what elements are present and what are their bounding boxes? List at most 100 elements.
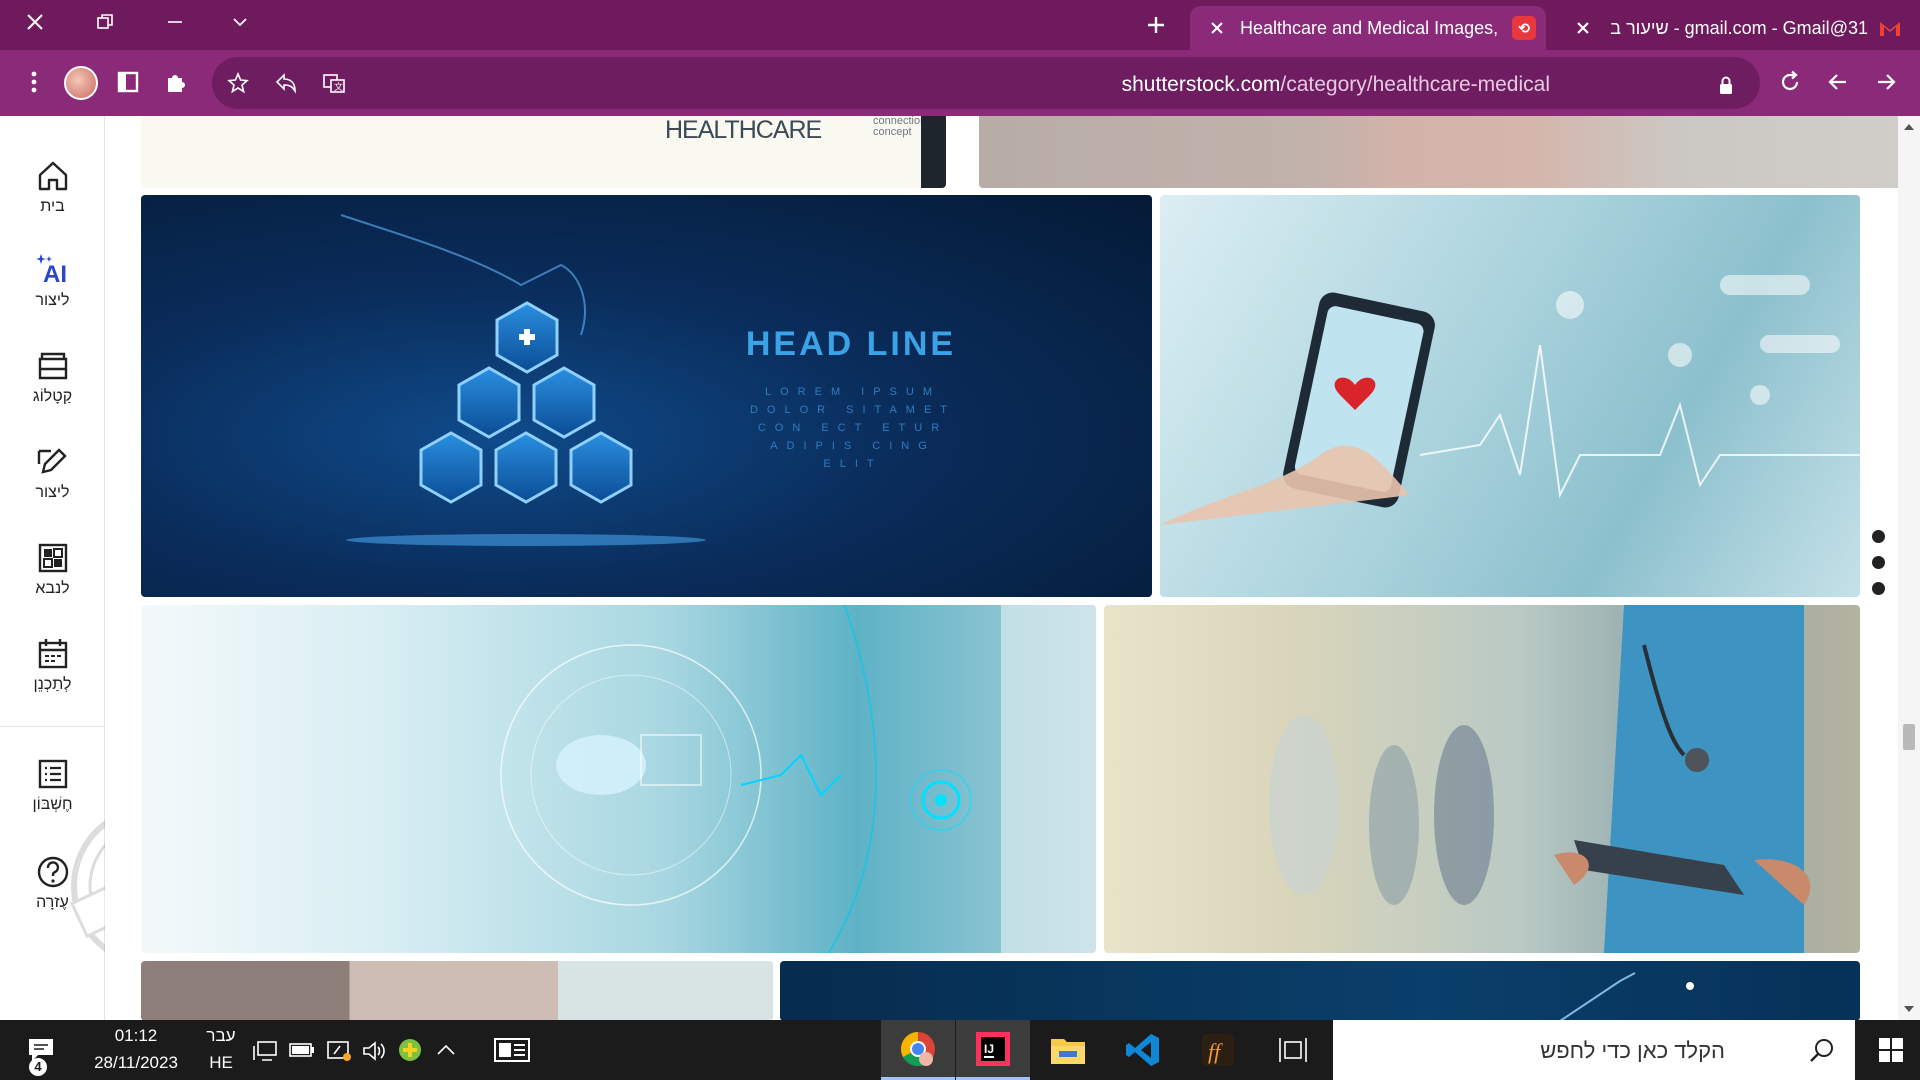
arrow-right-icon (1878, 74, 1896, 90)
share-button[interactable] (268, 65, 304, 101)
new-tab-button[interactable] (1134, 8, 1178, 42)
profile-avatar[interactable] (64, 66, 98, 100)
url-path: /category/healthcare-medical (1280, 73, 1550, 96)
news-widget-icon[interactable] (494, 1038, 530, 1062)
side-panel-button[interactable] (110, 64, 146, 100)
reload-icon (1781, 70, 1799, 91)
language-code[interactable]: HE (202, 1053, 240, 1073)
clock-date[interactable]: 28/11/2023 (86, 1053, 186, 1073)
taskbar-task-view[interactable] (1256, 1020, 1330, 1080)
notification-count-badge: 4 (29, 1058, 47, 1076)
forward-button[interactable] (1868, 64, 1904, 100)
tab-close-button[interactable] (1570, 21, 1596, 35)
windows-search-box[interactable]: הקלד כאן כדי לחפש (1333, 1020, 1855, 1080)
gmail-icon (1878, 16, 1902, 40)
intellij-icon: IJ (976, 1031, 1010, 1066)
image-caption: HEALTHCARE (665, 116, 822, 144)
image-tile-doctor-tablet[interactable] (1104, 605, 1860, 953)
rail-item-catalog[interactable]: קַטָלוֹג (0, 348, 105, 428)
rail-divider (0, 726, 105, 727)
network-icon[interactable] (252, 1040, 278, 1062)
chevron-down-icon (233, 18, 247, 27)
image-tile-medical-hexagon[interactable]: HEAD LINE LOREM IPSUM DOLOR SITAMET CON … (141, 195, 1152, 597)
tray-app-icon[interactable] (398, 1038, 422, 1062)
image-tile-palette[interactable] (141, 961, 773, 1020)
reload-button[interactable] (1772, 64, 1808, 100)
rail-label: ליצור (35, 292, 70, 309)
volume-icon[interactable] (362, 1040, 388, 1062)
page-options-button[interactable] (1872, 530, 1888, 608)
rail-item-edit[interactable]: ליצור (0, 444, 105, 524)
dot-icon (1872, 556, 1885, 569)
scroll-up-icon[interactable] (1903, 122, 1915, 132)
image-tile-healthcare-concept[interactable]: HEALTHCARE connection concept (141, 116, 946, 188)
url-host: shutterstock.com (1121, 73, 1281, 96)
minimize-window-button[interactable] (140, 0, 210, 44)
tab-title: Healthcare and Medical Images, (1240, 17, 1499, 38)
back-button[interactable] (1820, 64, 1856, 100)
battery-icon[interactable] (289, 1042, 315, 1058)
close-window-button[interactable] (0, 0, 70, 44)
dot-icon (1872, 582, 1885, 595)
address-bar[interactable]: 文 shutterstock.com/category/healthcare-m… (212, 57, 1760, 109)
tab-gmail[interactable]: 31@gmail.com - Gmail - שיעור ב (1556, 6, 1920, 50)
ai-create-icon: AI (35, 254, 67, 288)
page-scrollbar[interactable] (1898, 116, 1920, 1020)
taskbar-chrome[interactable] (881, 1020, 955, 1080)
predict-icon (38, 543, 67, 573)
translate-button[interactable]: 文 (316, 65, 352, 101)
rail-label: לְתַכְנֵן (33, 676, 72, 693)
language-top[interactable]: עבר (202, 1026, 240, 1046)
rail-item-home[interactable]: בית (0, 158, 105, 238)
star-icon (227, 72, 249, 94)
tab-search-button[interactable] (205, 0, 275, 44)
headline-line: ELIT (823, 458, 882, 470)
rail-item-plan[interactable]: לְתַכְנֵן (0, 636, 105, 716)
rail-label: לנבא (35, 580, 70, 597)
account-icon (38, 759, 67, 789)
url-text[interactable]: shutterstock.com/category/healthcare-med… (1122, 73, 1550, 97)
tab-title: 31@gmail.com - Gmail - שיעור ב (1610, 17, 1868, 38)
screen-share-icon[interactable] (326, 1038, 352, 1062)
close-icon (1577, 22, 1589, 34)
scroll-down-icon[interactable] (1903, 1004, 1915, 1014)
share-icon (275, 73, 296, 94)
image-tile-brain-hologram[interactable] (141, 605, 1096, 953)
taskbar-file-explorer[interactable] (1031, 1020, 1105, 1080)
headline-line: DOLOR SITAMET (750, 404, 956, 416)
taskbar-fontforge[interactable]: ff (1181, 1020, 1255, 1080)
action-center-button[interactable]: 4 (26, 1036, 56, 1076)
image-tile-telemedicine-phone[interactable] (1160, 195, 1860, 597)
site-info-button[interactable] (1708, 67, 1744, 103)
folder-icon (1051, 1039, 1085, 1064)
tab-shutterstock[interactable]: Healthcare and Medical Images, ⟲ (1190, 6, 1546, 50)
rail-label: ליצור (35, 484, 70, 501)
shutterstock-icon: ⟲ (1512, 16, 1536, 40)
doctor-illustration (1269, 605, 1811, 953)
rail-label: קַטָלוֹג (32, 388, 73, 405)
hexagon-illustration: HEAD LINE LOREM IPSUM DOLOR SITAMET CON … (340, 214, 956, 546)
taskbar-vscode[interactable] (1106, 1020, 1180, 1080)
image-caption-sub: connection concept (873, 116, 927, 138)
phone-illustration (1160, 275, 1860, 525)
clock-time[interactable]: 01:12 (90, 1026, 182, 1046)
headline-line: CON ECT ETUR (758, 422, 948, 434)
chevron-up-icon[interactable] (436, 1042, 456, 1056)
extensions-button[interactable] (158, 64, 194, 100)
svg-text:AI: AI (43, 261, 67, 288)
restore-window-button[interactable] (70, 0, 140, 44)
image-grid: HEALTHCARE connection concept HEAD LINE … (105, 116, 1920, 1020)
bookmark-button[interactable] (220, 65, 256, 101)
more-vertical-icon (31, 71, 37, 93)
start-button[interactable] (1862, 1020, 1920, 1080)
scroll-thumb[interactable] (1903, 724, 1915, 750)
chrome-icon (901, 1031, 935, 1066)
rail-item-ai-create[interactable]: AI ליצור (0, 252, 105, 332)
rail-item-predict[interactable]: לנבא (0, 540, 105, 620)
tab-close-button[interactable] (1204, 21, 1230, 35)
taskbar-intellij[interactable]: IJ (956, 1020, 1030, 1080)
browser-menu-button[interactable] (16, 64, 52, 100)
image-tile-blue-network[interactable] (780, 961, 1860, 1020)
search-placeholder: הקלד כאן כדי לחפש (1540, 1038, 1725, 1063)
image-tile-color-blocks[interactable] (979, 116, 1920, 188)
